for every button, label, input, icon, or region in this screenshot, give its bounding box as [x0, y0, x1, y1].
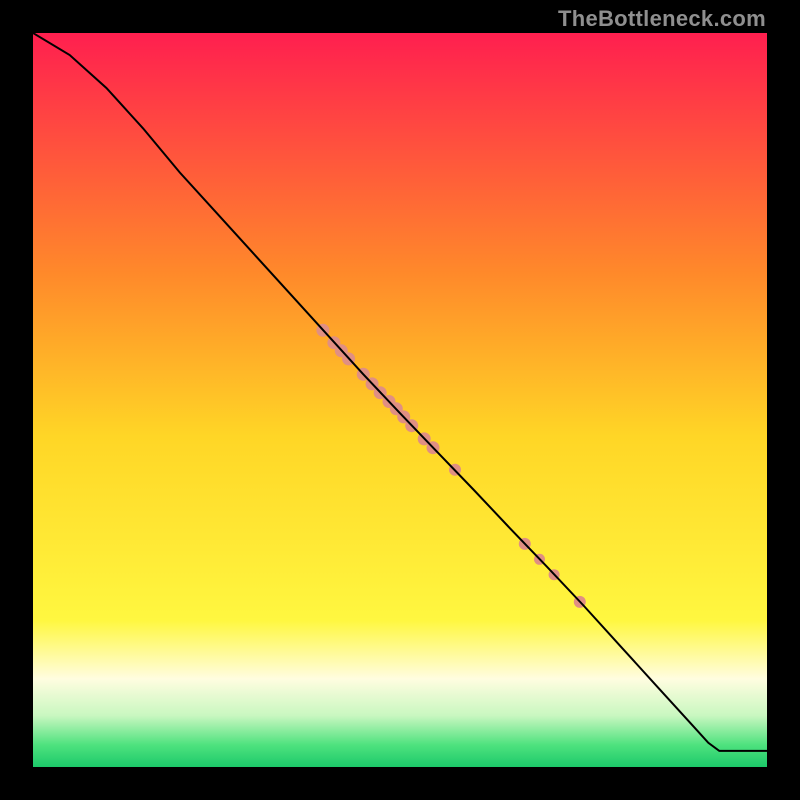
curve-layer	[33, 33, 767, 767]
watermark-text: TheBottleneck.com	[558, 6, 766, 32]
bottleneck-curve	[33, 33, 767, 751]
plot-area	[33, 33, 767, 767]
chart-stage: TheBottleneck.com	[0, 0, 800, 800]
